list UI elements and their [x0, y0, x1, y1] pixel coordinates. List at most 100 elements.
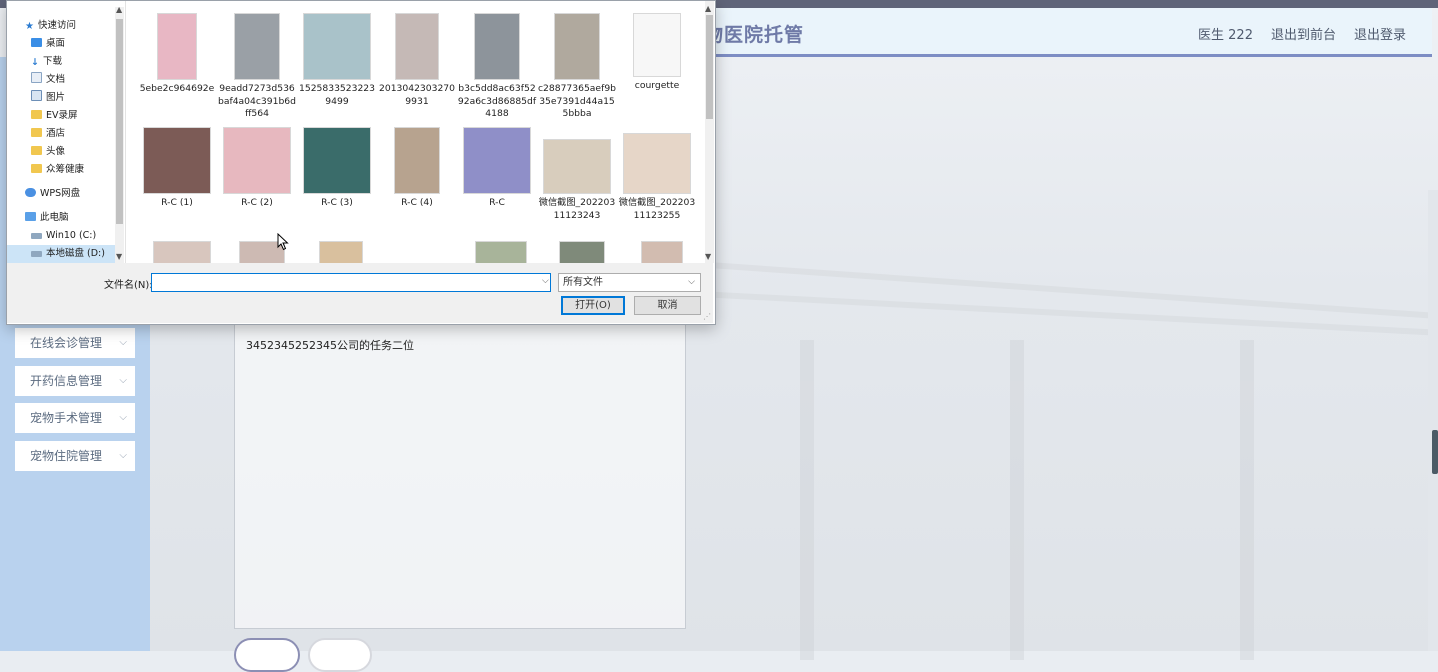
nav-scrollbar[interactable] [115, 7, 124, 263]
file-thumbnail [234, 13, 280, 80]
dialog-footer: 文件名(N): ⌵ 所有文件 ⌵ 打开(O) 取消 ⋰ [7, 263, 713, 323]
sidebar-item-label: 开药信息管理 [30, 374, 103, 388]
sidebar-item-prescription[interactable]: 开药信息管理 ⌵ [15, 366, 135, 396]
file-item[interactable]: R-C (4) [377, 127, 457, 210]
file-thumbnail [395, 13, 439, 80]
drive-icon [31, 233, 42, 239]
nav-this-pc[interactable]: 此电脑 [25, 209, 125, 227]
scroll-down-icon[interactable]: ▼ [116, 252, 122, 261]
chevron-down-icon: ⌵ [688, 277, 695, 287]
file-thumbnail [303, 127, 371, 194]
file-thumbnail-partial[interactable] [319, 241, 363, 263]
submit-button[interactable] [234, 638, 300, 672]
sidebar-item-hospitalization[interactable]: 宠物住院管理 ⌵ [15, 441, 135, 471]
scroll-down-icon[interactable]: ▼ [705, 252, 711, 261]
file-thumbnail-partial[interactable] [475, 241, 527, 263]
sidebar-item-label: 宠物手术管理 [30, 411, 103, 425]
sidebar-item-consult[interactable]: 在线会诊管理 ⌵ [15, 328, 135, 358]
file-thumbnail [623, 133, 691, 194]
nav-folder-avatar[interactable]: 头像 [31, 143, 125, 161]
scroll-up-icon[interactable]: ▲ [116, 5, 122, 14]
file-thumbnail [633, 13, 681, 77]
user-label: 医生 222 [1198, 28, 1253, 43]
navigation-pane: ★快速访问 桌面📌 ↓下载📌 文档📌 图片📌 EV录屏 酒店 头像 众筹健康 W… [7, 1, 126, 263]
filename-input[interactable] [151, 273, 551, 292]
background-photo [679, 220, 1438, 660]
file-thumbnail-partial[interactable] [641, 241, 683, 263]
nav-quick-access[interactable]: ★ 快速访问 [25, 17, 125, 35]
file-item[interactable]: 20130423032709931 [377, 13, 457, 108]
chevron-down-icon: ⌵ [119, 337, 127, 348]
file-item[interactable]: R-C (1) [137, 127, 217, 210]
file-thumbnail-partial[interactable] [559, 241, 605, 263]
file-item[interactable]: c28877365aef9b35e7391d44a155bbba [537, 13, 617, 121]
nav-drive-c[interactable]: Win10 (C:) [31, 227, 125, 245]
filetype-select[interactable]: 所有文件 ⌵ [558, 273, 701, 292]
header-nav: 医生 222 退出到前台 退出登录 [1198, 24, 1406, 43]
file-item[interactable]: b3c5dd8ac63f5292a6c3d86885df4188 [457, 13, 537, 121]
logout-link[interactable]: 退出登录 [1354, 24, 1406, 43]
drive-icon [31, 251, 42, 257]
cloud-icon [25, 188, 36, 197]
file-item[interactable]: courgette [617, 13, 697, 93]
chevron-down-icon: ⌵ [119, 450, 127, 461]
desktop-icon [31, 38, 42, 47]
nav-folder-hotel[interactable]: 酒店 [31, 125, 125, 143]
file-item[interactable]: 15258335232239499 [297, 13, 377, 108]
folder-icon [31, 164, 42, 173]
back-to-frontend-link[interactable]: 退出到前台 [1271, 24, 1336, 43]
sidebar-item-label: 在线会诊管理 [30, 336, 103, 350]
mouse-cursor-icon [277, 233, 289, 251]
file-list-scrollbar[interactable] [705, 1, 714, 263]
file-thumbnail [303, 13, 371, 80]
resize-grip-icon[interactable]: ⋰ [703, 312, 711, 321]
file-thumbnail [157, 13, 197, 80]
nav-folder-health[interactable]: 众筹健康 [31, 161, 125, 179]
chevron-down-icon: ⌵ [119, 375, 127, 386]
star-icon: ★ [25, 21, 34, 32]
nav-wps-cloud[interactable]: WPS网盘 [25, 185, 125, 203]
editor-content[interactable]: 3452345252345公司的任务二位 [246, 337, 414, 353]
nav-drive-d[interactable]: 本地磁盘 (D:) [7, 245, 115, 263]
cancel-form-button[interactable] [308, 638, 372, 672]
open-button[interactable]: 打开(O) [561, 296, 625, 315]
file-open-dialog: ★快速访问 桌面📌 ↓下载📌 文档📌 图片📌 EV录屏 酒店 头像 众筹健康 W… [6, 0, 716, 325]
file-item[interactable]: R-C (3) [297, 127, 377, 210]
chevron-down-icon: ⌵ [119, 412, 127, 423]
folder-icon [31, 128, 42, 137]
file-item[interactable]: 微信截图_20220311123243 [537, 139, 617, 222]
document-icon [31, 72, 42, 83]
sidebar-item-label: 宠物住院管理 [30, 449, 103, 463]
file-item[interactable]: 5ebe2c964692e [137, 13, 217, 96]
file-item[interactable]: R-C (2) [217, 127, 297, 210]
download-icon: ↓ [31, 57, 39, 68]
side-widget[interactable] [1432, 430, 1438, 474]
nav-desktop[interactable]: 桌面📌 [31, 35, 125, 53]
file-item[interactable]: R-C [457, 127, 537, 210]
file-thumbnail [143, 127, 211, 194]
scroll-up-icon[interactable]: ▲ [705, 4, 711, 13]
chevron-down-icon[interactable]: ⌵ [542, 276, 549, 286]
file-thumbnail [223, 127, 291, 194]
cancel-button[interactable]: 取消 [634, 296, 701, 315]
file-thumbnail [463, 127, 531, 194]
file-thumbnail [394, 127, 440, 194]
nav-documents[interactable]: 文档📌 [31, 71, 125, 89]
file-thumbnail [543, 139, 611, 194]
sidebar-item-surgery[interactable]: 宠物手术管理 ⌵ [15, 403, 135, 433]
file-thumbnail [474, 13, 520, 80]
file-item[interactable]: 9eadd7273d536baf4a04c391b6dff564 [217, 13, 297, 121]
filename-label: 文件名(N): [104, 280, 153, 291]
file-item[interactable]: 微信截图_20220311123255 [617, 133, 697, 222]
file-thumbnail-partial[interactable] [153, 241, 211, 263]
file-list: 5ebe2c964692e 9eadd7273d536baf4a04c391b6… [125, 1, 705, 263]
computer-icon [25, 212, 36, 221]
folder-icon [31, 110, 42, 119]
picture-icon [31, 90, 42, 101]
nav-folder-ev[interactable]: EV录屏 [31, 107, 125, 125]
page-scrollbar[interactable] [1428, 190, 1438, 651]
nav-pictures[interactable]: 图片📌 [31, 89, 125, 107]
nav-downloads[interactable]: ↓下载📌 [31, 53, 125, 71]
file-thumbnail [554, 13, 600, 80]
folder-icon [31, 146, 42, 155]
